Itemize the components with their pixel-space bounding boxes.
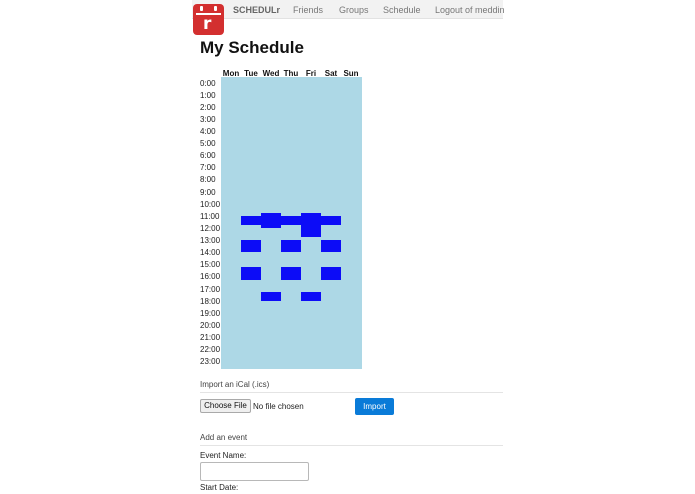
hour-label: 8:00 — [200, 175, 216, 184]
nav-link-schedule[interactable]: Schedule — [383, 5, 421, 15]
schedule-event-block[interactable] — [281, 267, 301, 280]
hour-label: 20:00 — [200, 321, 221, 330]
divider — [200, 392, 503, 393]
schedule-event-block[interactable] — [281, 240, 301, 253]
top-navbar: r SCHEDULr Friends Groups Schedule Logou… — [192, 0, 505, 35]
hour-label: 23:00 — [200, 357, 221, 366]
hour-label: 12:00 — [200, 224, 221, 233]
calendar-ring-left — [200, 6, 203, 11]
divider — [200, 445, 503, 446]
schedule-grid[interactable] — [221, 77, 362, 369]
logo-letter: r — [203, 14, 212, 34]
schedule-event-block[interactable] — [241, 240, 261, 253]
calendar-ring-right — [214, 6, 217, 11]
hour-label: 16:00 — [200, 272, 221, 281]
import-button[interactable]: Import — [355, 398, 394, 415]
hour-label: 0:00 — [200, 79, 216, 88]
nav-link-friends[interactable]: Friends — [293, 5, 323, 15]
import-section-title: Import an iCal (.ics) — [200, 380, 270, 389]
start-date-label: Start Date: — [200, 483, 239, 492]
schedule-event-block[interactable] — [301, 212, 321, 238]
hour-label: 6:00 — [200, 151, 216, 160]
hour-label: 18:00 — [200, 297, 221, 306]
file-status-text: No file chosen — [253, 402, 304, 411]
hour-label: 15:00 — [200, 260, 221, 269]
hour-label: 21:00 — [200, 333, 221, 342]
schedule-event-block[interactable] — [261, 291, 281, 301]
brand-link[interactable]: SCHEDULr — [233, 5, 280, 15]
hour-label: 5:00 — [200, 139, 216, 148]
schedule-event-block[interactable] — [321, 215, 341, 225]
hour-label: 1:00 — [200, 91, 216, 100]
hour-label: 10:00 — [200, 200, 221, 209]
schedule-event-block[interactable] — [281, 215, 301, 225]
hour-label: 13:00 — [200, 236, 221, 245]
hour-label: 2:00 — [200, 103, 216, 112]
nav-link-logout[interactable]: Logout of meddin — [435, 5, 505, 15]
hour-label: 3:00 — [200, 115, 216, 124]
nav-link-groups[interactable]: Groups — [339, 5, 369, 15]
add-event-section-title: Add an event — [200, 433, 248, 442]
schedule-event-block[interactable] — [241, 215, 261, 225]
event-name-input[interactable] — [200, 462, 309, 481]
hour-label: 4:00 — [200, 127, 216, 136]
schedule-event-block[interactable] — [261, 212, 281, 228]
hour-label: 11:00 — [200, 212, 220, 221]
hour-label: 7:00 — [200, 163, 216, 172]
schedule-event-block[interactable] — [241, 267, 261, 280]
page-title: My Schedule — [200, 38, 304, 57]
event-name-label: Event Name: — [200, 451, 247, 460]
hour-label: 19:00 — [200, 309, 221, 318]
schedule-event-block[interactable] — [301, 291, 321, 301]
hour-label: 14:00 — [200, 248, 221, 257]
choose-file-button[interactable]: Choose File — [200, 399, 251, 413]
calendar-logo-icon[interactable]: r — [193, 4, 224, 35]
schedule-event-block[interactable] — [321, 267, 341, 280]
hour-label: 22:00 — [200, 345, 221, 354]
schedule-event-block[interactable] — [321, 240, 341, 253]
hour-label: 17:00 — [200, 285, 221, 294]
hour-label: 9:00 — [200, 188, 216, 197]
